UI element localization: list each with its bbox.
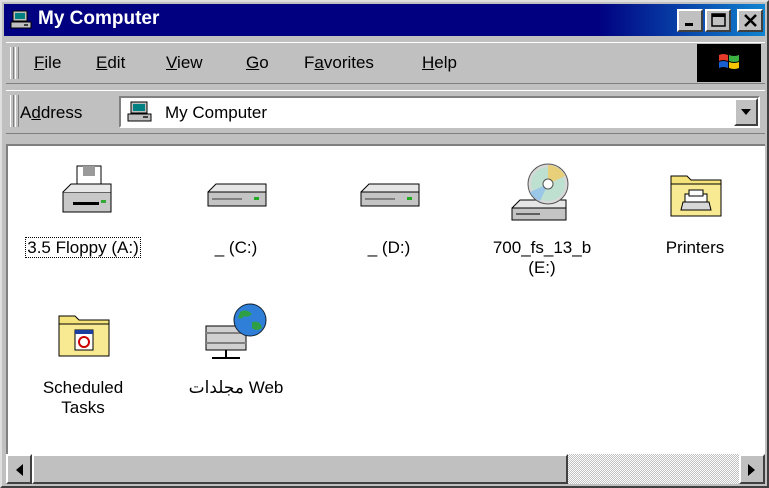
item-drive-c[interactable]: _ (C:) [161, 162, 311, 282]
address-label: Address [20, 103, 82, 123]
window-title: My Computer [38, 8, 160, 29]
item-drive-d[interactable]: _ (D:) [314, 162, 464, 282]
item-web-folders[interactable]: مجلدات Web [161, 302, 311, 422]
menu-edit[interactable]: Edit [96, 53, 125, 73]
web-folders-icon [204, 302, 268, 366]
item-label: 700_fs_13_b (E:) [492, 238, 592, 277]
item-label: _ (C:) [214, 238, 258, 257]
address-dropdown-button[interactable] [734, 98, 758, 126]
close-icon [744, 14, 757, 27]
menu-file-label: ile [44, 53, 62, 72]
menu-view-label: iew [177, 53, 203, 72]
computer-icon [10, 10, 32, 30]
scrollbar-thumb[interactable] [32, 454, 568, 484]
menu-favorites[interactable]: Favorites [304, 53, 374, 73]
menu-favorites-accel: a [314, 53, 324, 72]
scheduled-tasks-folder-icon [51, 302, 115, 366]
minimize-icon [685, 23, 693, 26]
windows-throbber [697, 44, 761, 82]
menu-bar: File Edit View Go Favorites Help [6, 42, 765, 84]
item-floppy-a[interactable]: 3.5 Floppy (A:) [8, 162, 158, 282]
address-label-accel: d [31, 103, 41, 122]
menu-go-label: o [259, 53, 269, 72]
arrow-right-icon [748, 464, 755, 476]
my-computer-window: My Computer File Edit View Go Favorites … [0, 0, 769, 488]
item-scheduled-tasks[interactable]: Scheduled Tasks [8, 302, 158, 442]
menu-bar-grip[interactable] [10, 47, 14, 79]
item-printers[interactable]: Printers [620, 162, 769, 282]
arrow-left-icon [16, 464, 23, 476]
minimize-button[interactable] [677, 9, 703, 32]
menu-file[interactable]: File [34, 53, 61, 73]
scroll-right-button[interactable] [739, 454, 765, 484]
maximize-button[interactable] [705, 9, 731, 32]
menu-edit-accel: E [96, 53, 108, 72]
address-bar-grip-2 [15, 95, 19, 127]
windows-logo-icon [719, 54, 739, 69]
floppy-drive-icon [51, 162, 115, 226]
item-floppy-label: 3.5 Floppy (A:) [25, 237, 141, 258]
menu-help[interactable]: Help [422, 53, 457, 73]
menu-go[interactable]: Go [246, 53, 269, 73]
address-value: My Computer [165, 103, 268, 122]
menu-help-label: elp [434, 53, 457, 72]
hard-drive-icon [357, 162, 421, 226]
close-button[interactable] [737, 9, 763, 32]
menu-favorites-label: vorites [323, 53, 374, 72]
menu-file-accel: F [34, 53, 45, 72]
computer-icon [127, 101, 153, 128]
address-label-rest: dress [40, 103, 83, 122]
horizontal-scrollbar[interactable] [6, 454, 765, 484]
chevron-down-icon [741, 109, 751, 115]
item-label: 3.5 Floppy (A:) [8, 237, 158, 258]
item-label: Scheduled Tasks [42, 378, 124, 417]
title-bar[interactable]: My Computer [4, 4, 765, 36]
address-bar-grip[interactable] [10, 95, 14, 127]
menu-edit-label: dit [107, 53, 126, 72]
cd-drive-icon [510, 162, 574, 226]
address-label-pre: A [20, 103, 32, 122]
item-label: مجلدات Web [188, 378, 284, 397]
file-view[interactable]: 3.5 Floppy (A:) _ (C:) _ (D:) 700_fs_13_… [6, 144, 765, 454]
item-label: _ (D:) [367, 238, 411, 257]
menu-view[interactable]: View [166, 53, 203, 73]
menu-view-accel: V [166, 53, 178, 72]
item-drive-e[interactable]: 700_fs_13_b (E:) [467, 162, 617, 302]
address-bar: Address My Computer [6, 90, 765, 134]
address-combobox[interactable]: My Computer [119, 96, 760, 128]
printers-folder-icon [663, 162, 727, 226]
scroll-left-button[interactable] [6, 454, 32, 484]
item-label: Printers [665, 238, 725, 257]
menu-help-accel: H [422, 53, 435, 72]
hard-drive-icon [204, 162, 268, 226]
menu-favorites-pre: F [304, 53, 315, 72]
maximize-icon [711, 13, 726, 27]
menu-bar-grip-2 [15, 47, 19, 79]
menu-go-accel: G [246, 53, 260, 72]
